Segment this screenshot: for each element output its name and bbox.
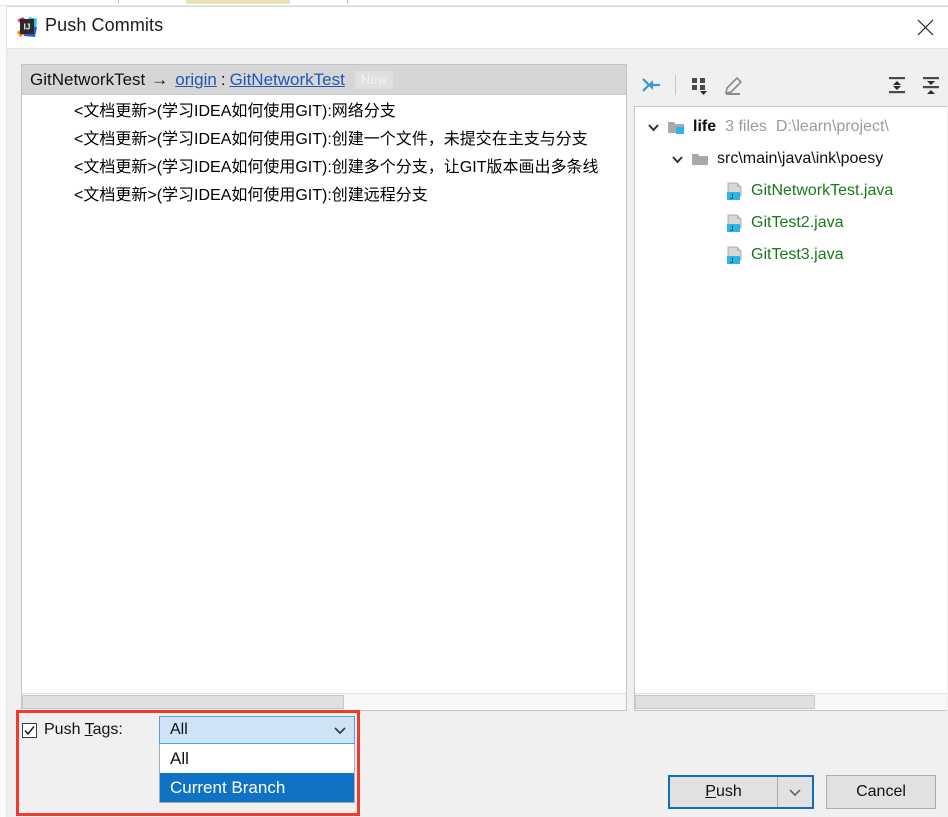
collapse-to-selection-icon[interactable] (634, 70, 668, 100)
remote-branch-link[interactable]: GitNetworkTest (230, 70, 345, 90)
header-separator: : (220, 69, 226, 89)
local-branch-label: GitNetworkTest (30, 69, 146, 89)
cancel-button[interactable]: Cancel (826, 775, 936, 809)
dialog-body: GitNetworkTest → origin : GitNetworkTest… (7, 49, 948, 817)
push-tags-mnemonic: T (84, 721, 93, 738)
collapse-all-icon[interactable] (914, 70, 948, 100)
new-branch-badge: New (354, 70, 393, 89)
svg-text:J: J (730, 226, 734, 233)
push-button-group[interactable]: Push (668, 775, 814, 809)
push-tags-option[interactable]: Push Tags: (22, 721, 123, 739)
commits-panel: GitNetworkTest → origin : GitNetworkTest… (21, 64, 627, 711)
remote-link[interactable]: origin (175, 70, 217, 90)
background-artifact (347, 0, 348, 4)
file-name: GitTest2.java (751, 214, 844, 231)
push-tags-checkbox[interactable] (22, 722, 37, 738)
tree-row-file[interactable]: J GitTest2.java (635, 207, 947, 239)
file-name: GitNetworkTest.java (751, 182, 894, 199)
edit-source-icon[interactable] (717, 70, 751, 100)
commit-row[interactable]: <文档更新>(学习IDEA如何使用GIT):创建一个文件，未提交在主支与分支 (22, 126, 626, 154)
module-file-count: 3 files (725, 118, 767, 135)
push-target-header: GitNetworkTest → origin : GitNetworkTest… (22, 65, 626, 95)
expand-all-icon[interactable] (880, 70, 914, 100)
toolbar-separator (675, 75, 676, 95)
chevron-down-icon[interactable] (645, 119, 661, 135)
scrollbar-thumb[interactable] (22, 695, 344, 709)
push-button[interactable]: Push (670, 777, 778, 807)
dialog-titlebar: IJ Push Commits (7, 7, 948, 49)
push-tags-label-pre: Push (44, 721, 85, 738)
commit-list: <文档更新>(学习IDEA如何使用GIT):网络分支 <文档更新>(学习IDEA… (22, 95, 626, 210)
commit-row[interactable]: <文档更新>(学习IDEA如何使用GIT):创建多个分支，让GIT版本画出多条线 (22, 154, 626, 182)
background-artifact (186, 0, 290, 4)
changes-toolbar (634, 64, 948, 106)
dropdown-option-all[interactable]: All (160, 744, 354, 773)
push-label-post: ush (715, 783, 742, 800)
dialog-title: Push Commits (45, 15, 164, 35)
changed-files-tree: life 3 files D:\learn\project\ src\main\… (634, 106, 947, 711)
commits-horizontal-scrollbar[interactable] (22, 693, 626, 710)
java-file-icon: J (725, 246, 744, 265)
module-path: D:\learn\project\ (775, 118, 889, 135)
push-tags-select[interactable]: All (159, 716, 355, 744)
push-tags-selected-value: All (170, 721, 188, 738)
desktop-background-left (0, 6, 7, 817)
intellij-idea-logo: IJ (16, 16, 38, 38)
changed-files-panel: life 3 files D:\learn\project\ src\main\… (634, 64, 948, 711)
module-name: life (693, 118, 717, 135)
push-tags-label-post: ags: (92, 721, 123, 738)
commit-row[interactable]: <文档更新>(学习IDEA如何使用GIT):网络分支 (22, 98, 626, 126)
tree-row-file[interactable]: J GitTest3.java (635, 239, 947, 271)
tree-rows: life 3 files D:\learn\project\ src\main\… (635, 107, 947, 271)
push-tags-dropdown-list[interactable]: All Current Branch (159, 744, 355, 803)
arrow-icon: → (151, 69, 169, 89)
directory-name: src\main\java\ink\poesy (717, 150, 884, 167)
push-commits-dialog: IJ Push Commits GitNetworkTest → origin … (7, 6, 948, 817)
push-dropdown-arrow-icon[interactable] (778, 777, 812, 807)
chevron-down-icon[interactable] (669, 151, 685, 167)
push-mnemonic: P (705, 783, 716, 800)
screen: IJ Push Commits GitNetworkTest → origin … (0, 0, 948, 817)
group-by-icon[interactable] (683, 70, 717, 100)
file-name: GitTest3.java (751, 246, 844, 263)
svg-text:IJ: IJ (24, 23, 31, 32)
tree-row-file[interactable]: J GitNetworkTest.java (635, 175, 947, 207)
tree-horizontal-scrollbar[interactable] (635, 693, 947, 710)
folder-icon (691, 151, 710, 168)
commit-row[interactable]: <文档更新>(学习IDEA如何使用GIT):创建远程分支 (22, 182, 626, 210)
tree-row-directory[interactable]: src\main\java\ink\poesy (635, 143, 947, 175)
close-icon[interactable] (902, 7, 948, 48)
dropdown-option-current-branch[interactable]: Current Branch (160, 773, 354, 802)
chevron-down-icon[interactable] (326, 723, 354, 737)
svg-text:J: J (730, 258, 734, 265)
java-file-icon: J (725, 214, 744, 233)
svg-text:J: J (730, 194, 734, 201)
module-folder-icon (667, 119, 686, 136)
background-artifact (118, 0, 119, 4)
push-tags-label: Push Tags: (44, 721, 123, 739)
tree-row-module[interactable]: life 3 files D:\learn\project\ (635, 111, 947, 143)
java-file-icon: J (725, 182, 744, 201)
scrollbar-thumb[interactable] (635, 695, 815, 709)
